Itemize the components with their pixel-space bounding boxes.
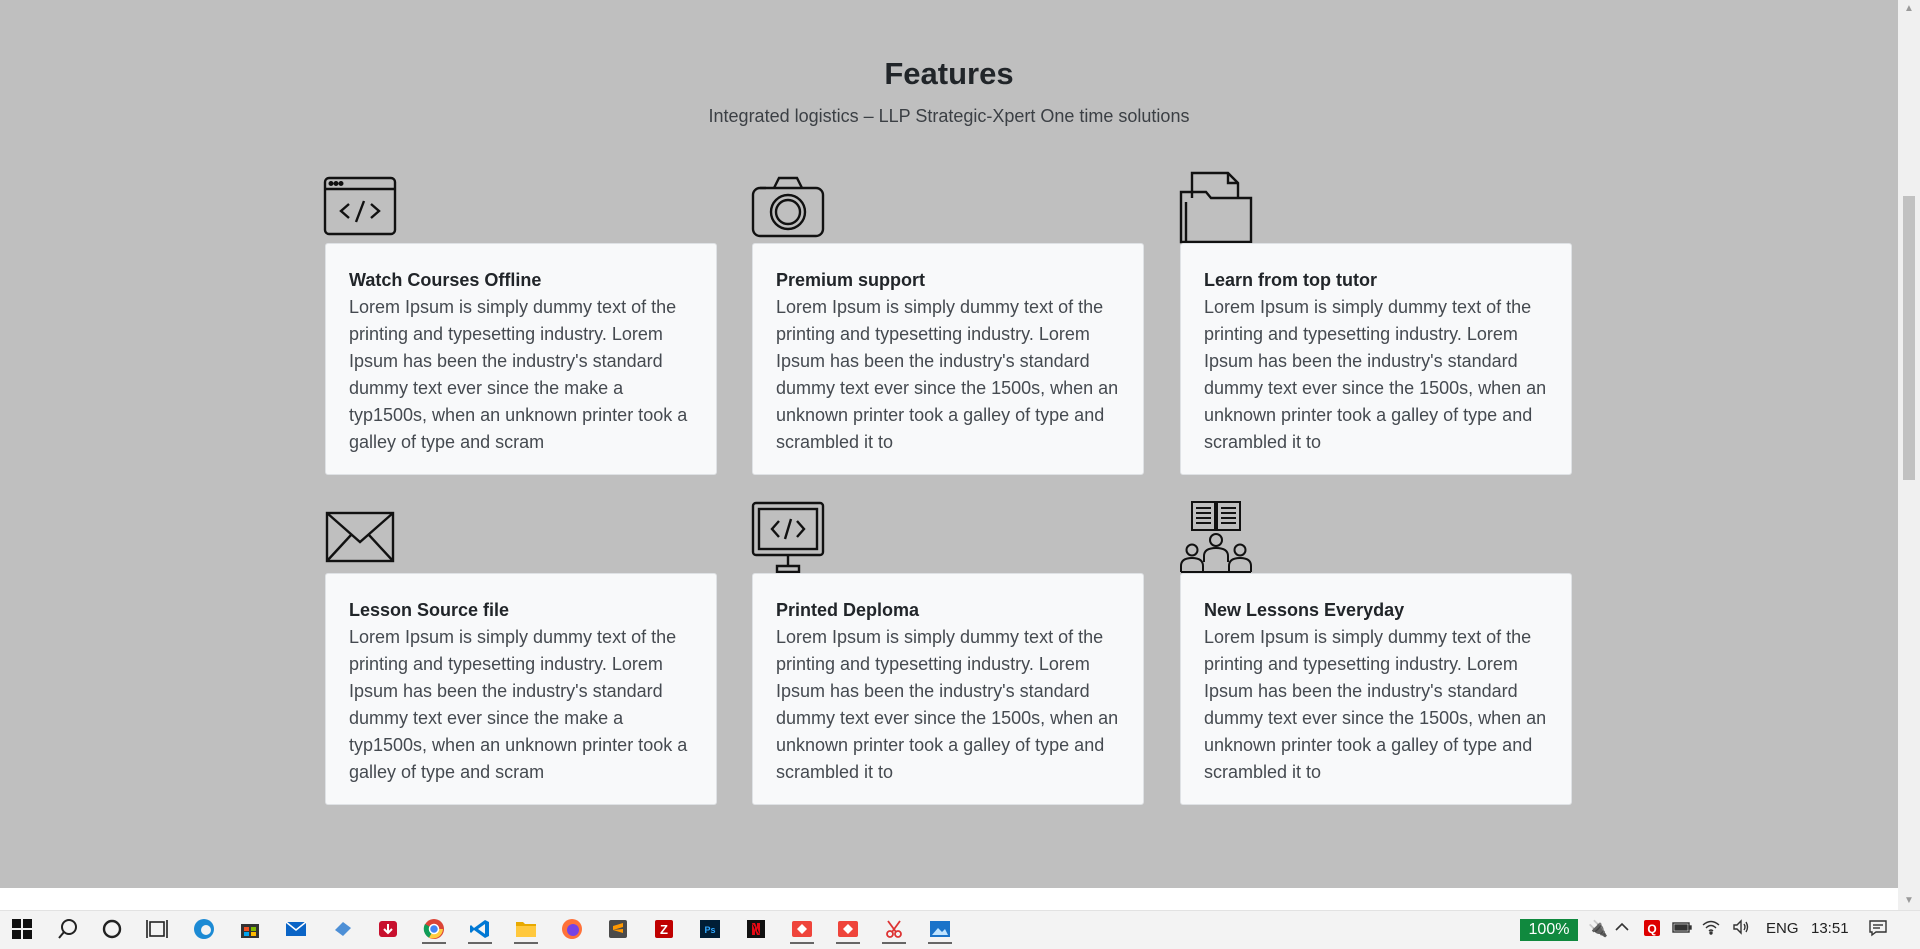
search-icon[interactable] <box>56 918 80 942</box>
photoshop-icon[interactable]: Ps <box>698 918 722 942</box>
photos-icon[interactable] <box>928 918 952 944</box>
power-plug-icon[interactable]: 🔌 <box>1588 919 1608 939</box>
feature-title: Printed Deploma <box>776 600 920 620</box>
netflix-icon[interactable] <box>744 918 768 942</box>
start-icon[interactable] <box>10 918 34 942</box>
chevron-up-icon[interactable] <box>1614 919 1630 940</box>
code-window-icon <box>322 172 398 248</box>
battery-icon[interactable] <box>1672 919 1692 940</box>
app-icon[interactable] <box>330 918 354 942</box>
feature-card: Printed Deploma Lorem Ipsum is simply du… <box>752 573 1144 805</box>
feature-title: Lesson Source file <box>349 600 510 620</box>
task-view-icon[interactable] <box>145 918 169 942</box>
wifi-icon[interactable] <box>1702 919 1720 940</box>
snipping-icon[interactable] <box>882 918 906 944</box>
taskbar: Z Ps 100% 🔌 Q ENG 13:51 <box>0 910 1920 949</box>
volume-icon[interactable] <box>1732 919 1750 940</box>
book-group-icon <box>1178 500 1254 576</box>
battery-percent-badge[interactable]: 100% <box>1520 919 1578 941</box>
feature-text: Lorem Ipsum is simply dummy text of the … <box>1204 627 1547 782</box>
feature-text: Lorem Ipsum is simply dummy text of the … <box>349 627 688 782</box>
scroll-down-icon[interactable]: ▼ <box>1898 892 1920 910</box>
feature-card: Watch Courses Offline Lorem Ipsum is sim… <box>325 243 717 475</box>
section-subtitle: Integrated logistics – LLP Strategic-Xpe… <box>708 106 1190 126</box>
feature-text: Lorem Ipsum is simply dummy text of the … <box>776 627 1119 782</box>
feature-title: Watch Courses Offline <box>349 270 542 290</box>
vertical-scrollbar[interactable]: ▲ ▼ <box>1898 0 1920 910</box>
section-title: Features <box>884 56 1014 91</box>
vscode-icon[interactable] <box>468 918 492 944</box>
chrome-icon[interactable] <box>422 918 446 944</box>
feature-title: New Lessons Everyday <box>1204 600 1405 620</box>
feature-card: Learn from top tutor Lorem Ipsum is simp… <box>1180 243 1572 475</box>
language-indicator[interactable]: ENG <box>1766 920 1799 937</box>
camera-icon <box>750 172 826 248</box>
page-footer-strip <box>0 888 1898 910</box>
feature-title: Learn from top tutor <box>1204 270 1377 290</box>
feature-text: Lorem Ipsum is simply dummy text of the … <box>776 297 1119 452</box>
folder-icon <box>1178 170 1254 246</box>
mail-icon[interactable] <box>284 918 308 942</box>
notification-icon[interactable] <box>1868 919 1888 942</box>
monitor-code-icon <box>750 500 826 576</box>
anydesk-icon[interactable] <box>790 918 814 944</box>
svg-text:Q: Q <box>1647 922 1656 936</box>
feature-card: Premium support Lorem Ipsum is simply du… <box>752 243 1144 475</box>
feature-card: Lesson Source file Lorem Ipsum is simply… <box>325 573 717 805</box>
feature-text: Lorem Ipsum is simply dummy text of the … <box>1204 297 1547 452</box>
file-explorer-icon[interactable] <box>514 918 538 944</box>
firefox-icon[interactable] <box>560 918 584 942</box>
download-icon[interactable] <box>376 918 400 942</box>
filezilla-icon[interactable]: Z <box>652 918 676 942</box>
anydesk-icon[interactable] <box>836 918 860 944</box>
envelope-icon <box>322 502 398 578</box>
scrollbar-thumb[interactable] <box>1903 196 1915 480</box>
svg-text:Ps: Ps <box>704 925 715 935</box>
page-content: Features Integrated logistics – LLP Stra… <box>0 0 1898 888</box>
antivirus-icon[interactable]: Q <box>1643 919 1661 942</box>
sublime-icon[interactable] <box>606 918 630 942</box>
svg-text:Z: Z <box>660 922 668 937</box>
store-icon[interactable] <box>238 918 262 942</box>
scroll-up-icon[interactable]: ▲ <box>1898 0 1920 18</box>
feature-text: Lorem Ipsum is simply dummy text of the … <box>349 297 688 452</box>
feature-title: Premium support <box>776 270 926 290</box>
clock-time[interactable]: 13:51 <box>1811 920 1849 937</box>
cortana-icon[interactable] <box>100 918 124 942</box>
edge-icon[interactable] <box>192 918 216 942</box>
feature-card: New Lessons Everyday Lorem Ipsum is simp… <box>1180 573 1572 805</box>
